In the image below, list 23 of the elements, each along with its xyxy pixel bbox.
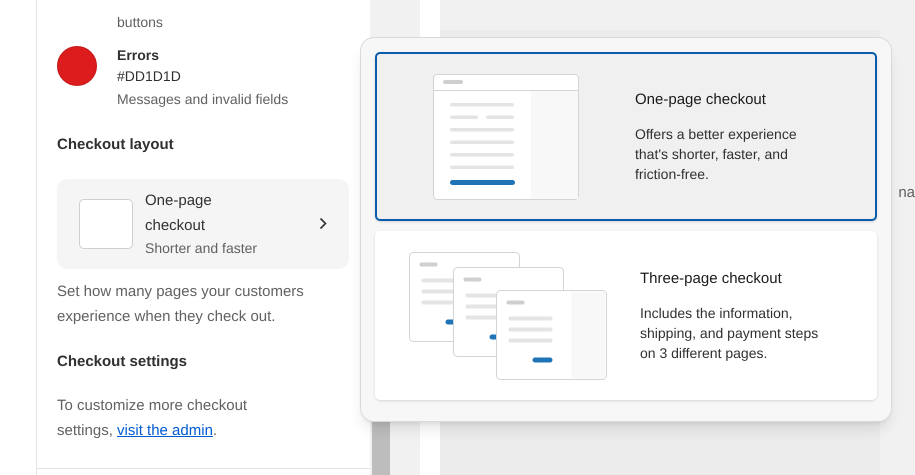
help-text: To customize more checkout settings, visit the admin.	[57, 396, 248, 441]
layout-title: One-page checkout	[145, 191, 213, 236]
chevron-right-icon	[319, 217, 327, 230]
section-heading: Checkout settings	[57, 352, 188, 372]
color-swatch[interactable]	[57, 46, 97, 86]
section-heading: Checkout layout	[57, 135, 175, 155]
option-title: One-page checkout	[635, 90, 767, 110]
color-name: Errors	[117, 46, 160, 65]
option-description: Includes the information, shipping, and payment steps on 3 different pages.	[640, 304, 820, 363]
preview-text: na	[898, 183, 915, 203]
admin-link[interactable]: visit the admin	[117, 422, 213, 439]
description-text: buttons	[117, 13, 164, 32]
layout-option[interactable]: One-page checkout Offers a better experience that's shorter, faster, and friction-free.	[375, 52, 877, 221]
layout-option[interactable]: Three-page checkout Includes the information, shipping, and payment steps on 3 different pages.	[375, 231, 877, 400]
layout-subtitle: Shorter and faster	[145, 239, 258, 258]
layout-thumbnail	[79, 198, 133, 248]
color-description: Messages and invalid fields	[117, 90, 288, 109]
option-description: Offers a better experience that's shorter, faster, and friction-free.	[635, 124, 798, 184]
layout-select-card[interactable]: One-page checkout Shorter and faster	[57, 178, 349, 268]
help-text: Set how many pages your customers experience when they check out.	[57, 282, 305, 326]
color-value: #DD1D1D	[117, 67, 182, 86]
option-title: Three-page checkout	[640, 269, 783, 290]
scrollbar	[372, 420, 390, 475]
